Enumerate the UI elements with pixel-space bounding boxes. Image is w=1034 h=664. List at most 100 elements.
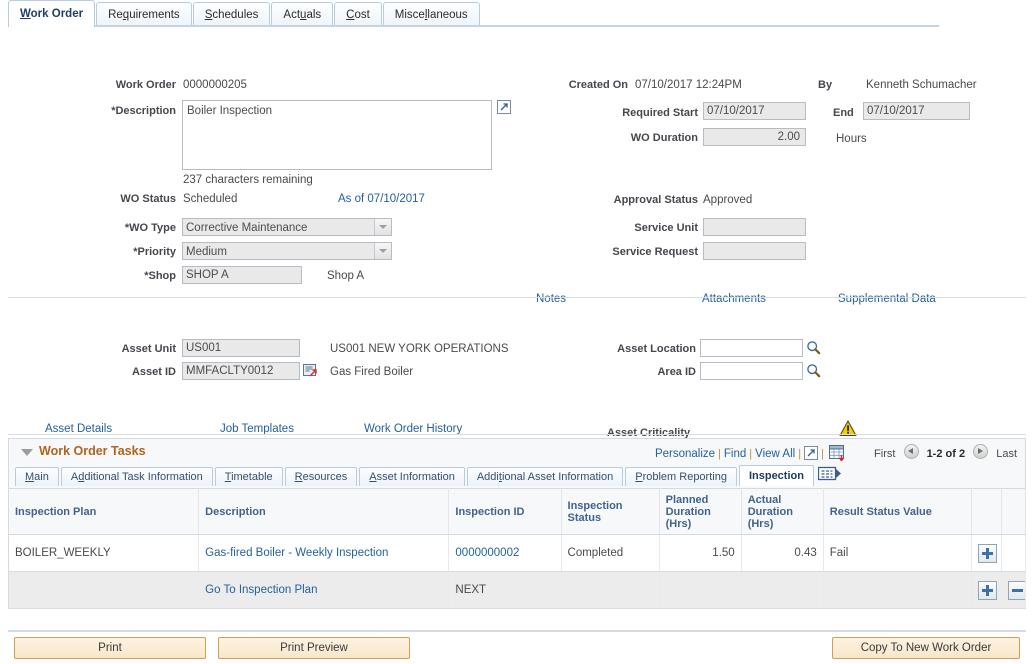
priority-select[interactable]: Medium	[182, 242, 392, 260]
created-by-value: Kenneth Schumacher	[866, 79, 977, 91]
grid-header-bar: Work Order Tasks Personalize|Find|View A…	[8, 438, 1026, 465]
cell-description: Gas-fired Boiler - Weekly Inspection	[199, 535, 449, 572]
wo-duration-label: WO Duration	[556, 132, 698, 144]
gt7-post: roblem Reporting	[643, 471, 727, 483]
tab-requirements[interactable]: Requirements	[96, 2, 192, 27]
asset-unit-input[interactable]	[182, 339, 300, 357]
tab-work-order-label: ork Order	[31, 8, 83, 20]
cell-inspection-status	[561, 572, 659, 609]
wo-duration-input[interactable]	[703, 128, 806, 146]
col-description[interactable]: Description	[199, 489, 449, 535]
personalize-link[interactable]: Personalize	[655, 448, 715, 460]
lookup-icon[interactable]	[806, 340, 821, 355]
shop-description: Shop A	[327, 270, 364, 282]
attachments-link[interactable]: Attachments	[702, 293, 766, 305]
tab-cost[interactable]: Cost	[334, 2, 382, 27]
gt6-post: ional Asset Information	[502, 471, 613, 483]
asset-unit-label: Asset Unit	[92, 343, 176, 355]
area-id-input[interactable]	[700, 362, 803, 380]
cell-delete-row	[1001, 535, 1025, 572]
shop-label: *Shop	[108, 270, 176, 282]
cell-inspection-id: 0000000002	[449, 535, 561, 572]
print-button[interactable]: Print	[14, 637, 206, 659]
tab-misc-post: laneous	[427, 9, 467, 21]
print-preview-button[interactable]: Print Preview	[218, 637, 410, 659]
tab-cost-post: ost	[354, 9, 369, 21]
col-planned-duration[interactable]: Planned Duration (Hrs)	[659, 489, 741, 535]
tab-actuals[interactable]: Actuals	[271, 2, 333, 27]
tab-schedules-post: chedules	[212, 9, 258, 21]
gt7-accel: P	[635, 471, 642, 483]
grid-tab-additional-asset-information[interactable]: Additional Asset Information	[467, 467, 623, 486]
gt5-accel: A	[369, 471, 376, 483]
tab-miscellaneous[interactable]: Miscellaneous	[383, 2, 480, 27]
cell-inspection-id: NEXT	[449, 572, 561, 609]
first-page-link[interactable]: First	[874, 448, 895, 460]
view-all-link[interactable]: View All	[755, 448, 795, 460]
col-result-status-value[interactable]: Result Status Value	[823, 489, 971, 535]
cell-add-row	[971, 535, 1001, 572]
asset-location-input[interactable]	[700, 339, 803, 357]
add-row-icon[interactable]	[978, 544, 997, 563]
required-start-input[interactable]	[703, 102, 806, 120]
inspection-table: Inspection Plan Description Inspection I…	[8, 488, 1026, 609]
transfer-icon[interactable]	[302, 362, 318, 381]
approval-status-label: Approval Status	[556, 194, 698, 206]
hours-label: Hours	[836, 133, 867, 145]
delete-row-icon[interactable]	[1008, 581, 1026, 600]
tab-work-order[interactable]: Work Order	[8, 0, 95, 27]
expand-grid-icon[interactable]	[804, 446, 818, 463]
created-on-value: 07/10/2017 12:24PM	[635, 79, 742, 91]
service-unit-input[interactable]	[703, 218, 806, 236]
grid-tab-additional-task-information[interactable]: Additional Task Information	[61, 467, 213, 486]
go-to-inspection-plan-link[interactable]: Go To Inspection Plan	[205, 584, 317, 596]
description-label: *Description	[90, 105, 176, 117]
cell-result-status-value	[823, 572, 971, 609]
end-date-input[interactable]	[863, 102, 970, 120]
download-to-excel-icon[interactable]	[829, 445, 846, 464]
grid-tab-main[interactable]: Main	[15, 467, 59, 486]
next-page-icon[interactable]	[973, 444, 988, 459]
copy-to-new-work-order-button[interactable]: Copy To New Work Order	[832, 637, 1020, 659]
created-by-label: By	[818, 79, 832, 91]
find-link[interactable]: Find	[724, 448, 746, 460]
last-page-link[interactable]: Last	[996, 448, 1017, 460]
show-next-tabs-icon[interactable]	[818, 466, 842, 485]
as-of-date-link[interactable]: As of 07/10/2017	[338, 193, 425, 205]
cell-planned-duration: 1.50	[659, 535, 741, 572]
add-row-icon-2[interactable]	[978, 581, 997, 600]
tab-schedules[interactable]: Schedules	[193, 2, 271, 27]
tool-sep-1: |	[718, 448, 721, 460]
grid-tab-timetable[interactable]: Timetable	[215, 467, 283, 486]
grid-toolbar: Personalize|Find|View All|| First 1-2 of…	[655, 444, 1017, 464]
previous-page-icon[interactable]	[904, 444, 919, 459]
wo-status-label: WO Status	[108, 193, 176, 205]
tool-sep-3: |	[798, 448, 801, 460]
inspection-description-link[interactable]: Gas-fired Boiler - Weekly Inspection	[205, 547, 388, 559]
grid-tab-resources[interactable]: Resources	[285, 467, 358, 486]
asset-id-input[interactable]	[182, 362, 300, 380]
col-inspection-id[interactable]: Inspection ID	[449, 489, 561, 535]
grid-tab-main-accel: M	[25, 471, 34, 483]
notes-link[interactable]: Notes	[536, 293, 566, 305]
gt4-accel: R	[295, 471, 303, 483]
inspection-id-link[interactable]: 0000000002	[455, 547, 519, 559]
wo-type-select[interactable]: Corrective Maintenance	[182, 218, 392, 236]
chars-remaining: 237 characters remaining	[183, 174, 313, 186]
supplemental-data-link[interactable]: Supplemental Data	[838, 293, 936, 305]
grid-tab-asset-information[interactable]: Asset Information	[359, 467, 465, 486]
col-inspection-plan[interactable]: Inspection Plan	[9, 489, 199, 535]
service-request-input[interactable]	[703, 242, 806, 260]
shop-input[interactable]	[182, 266, 302, 284]
grid-tab-problem-reporting[interactable]: Problem Reporting	[625, 467, 737, 486]
collapse-triangle-icon[interactable]	[21, 449, 33, 456]
expand-icon[interactable]	[497, 100, 511, 114]
work-order-value: 0000000205	[183, 79, 247, 91]
grid-tab-inspection[interactable]: Inspection	[739, 465, 814, 486]
wo-type-label: *WO Type	[108, 222, 176, 234]
description-input[interactable]	[182, 100, 492, 170]
col-actual-duration[interactable]: Actual Duration (Hrs)	[741, 489, 823, 535]
cell-inspection-plan	[9, 572, 199, 609]
lookup-icon-2[interactable]	[806, 363, 821, 378]
col-inspection-status[interactable]: Inspection Status	[561, 489, 659, 535]
